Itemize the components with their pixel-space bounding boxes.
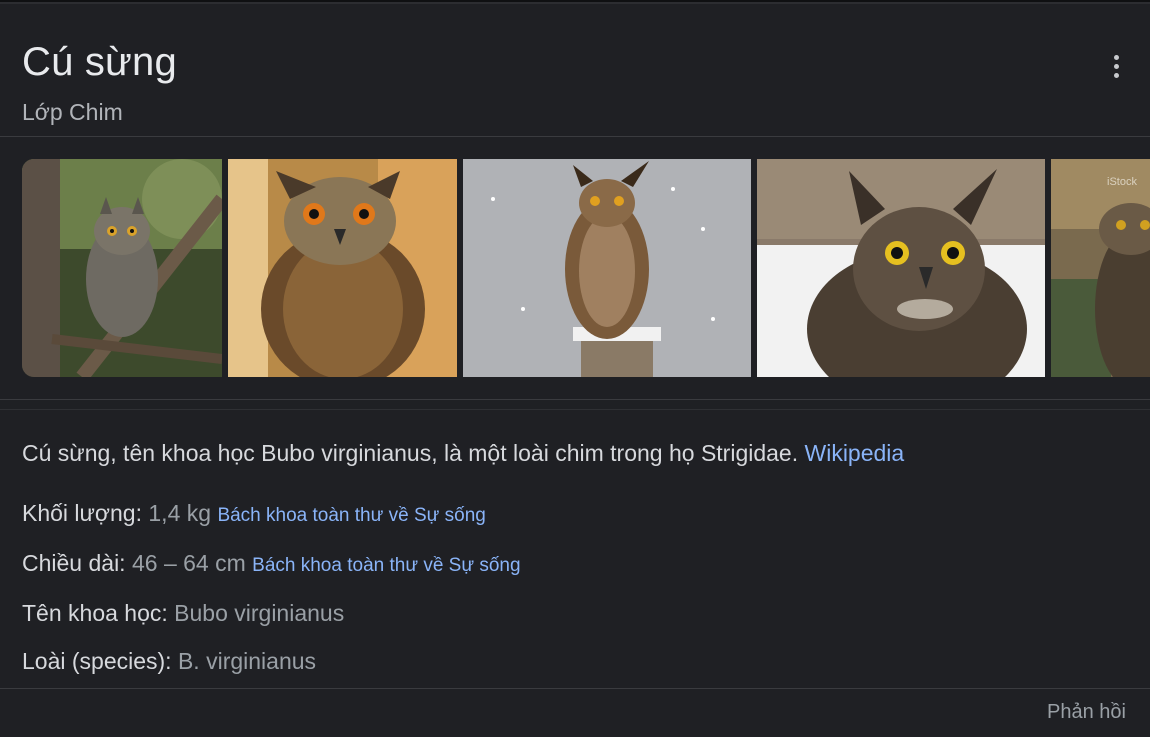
fact-label: Khối lượng: [22, 500, 149, 526]
fact-length: Chiều dài: 46 – 64 cm Bách khoa toàn thư… [22, 548, 521, 581]
fact-value: 46 – 64 cm [131, 550, 246, 576]
fact-label: Loài (species): [22, 648, 178, 674]
knowledge-panel: Cú sừng Lớp Chim iStock Cú sừng, tên kho… [0, 2, 1150, 737]
owl-image-5[interactable]: iStock [1051, 159, 1150, 377]
fact-weight: Khối lượng: 1,4 kg Bách khoa toàn thư về… [22, 498, 486, 531]
fact-source-link[interactable]: Bách khoa toàn thư về Sự sống [217, 505, 485, 526]
owl-image-2[interactable] [228, 159, 457, 377]
fact-label: Tên khoa học: [22, 600, 175, 626]
fact-value: B. virginianus [177, 648, 317, 674]
divider [0, 688, 1150, 689]
divider [0, 399, 1150, 400]
fact-value: Bubo virginianus [174, 600, 345, 626]
owl-image-1[interactable] [22, 159, 222, 377]
description: Cú sừng, tên khoa học Bubo virginianus, … [22, 437, 904, 469]
divider [0, 136, 1150, 137]
fact-label: Chiều dài: [22, 550, 132, 576]
fact-scientific-name: Tên khoa học: Bubo virginianus [22, 598, 344, 628]
wikipedia-link[interactable]: Wikipedia [805, 440, 905, 466]
feedback-link[interactable]: Phản hồi [1047, 701, 1126, 724]
panel-header: Cú sừng Lớp Chim [22, 38, 177, 126]
fact-species: Loài (species): B. virginianus [22, 646, 316, 676]
owl-image-3[interactable] [463, 159, 751, 377]
owl-image-4[interactable] [757, 159, 1045, 377]
page-title: Cú sừng [22, 40, 177, 84]
watermark-text: iStock [1107, 176, 1137, 188]
fact-value: 1,4 kg [148, 500, 212, 526]
description-text: Cú sừng, tên khoa học Bubo virginianus, … [22, 440, 805, 466]
fact-source-link[interactable]: Bách khoa toàn thư về Sự sống [252, 555, 520, 576]
more-options-icon[interactable] [1104, 52, 1128, 80]
page-subtitle: Lớp Chim [22, 99, 123, 125]
image-strip: iStock [22, 159, 1150, 377]
divider [0, 409, 1150, 410]
